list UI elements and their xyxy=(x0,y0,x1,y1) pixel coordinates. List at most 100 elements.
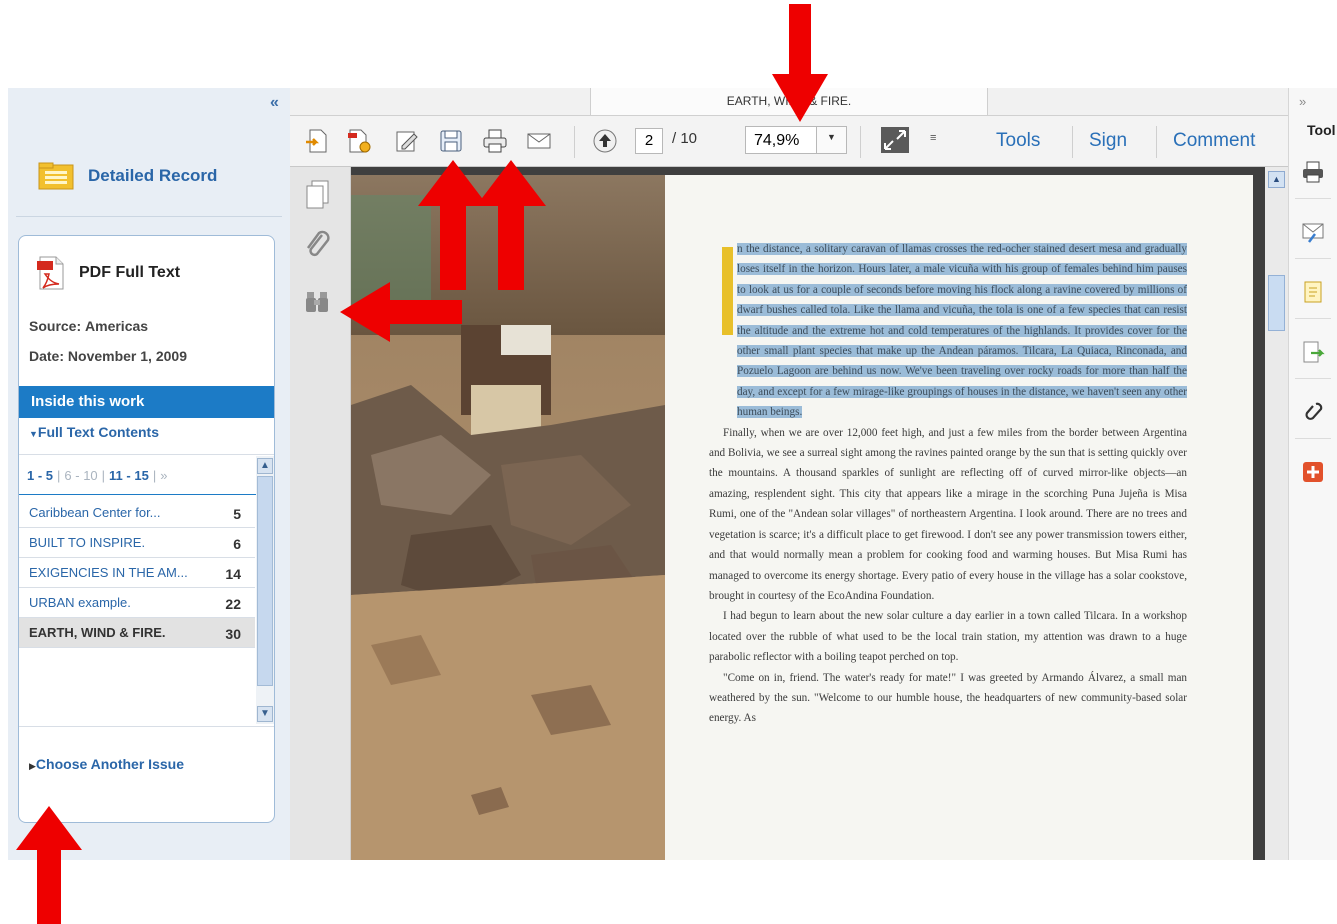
full-text-contents-label: Full Text Contents xyxy=(37,424,159,440)
comment-button[interactable]: Comment xyxy=(1173,130,1255,152)
triangle-down-icon: ▼ xyxy=(29,429,38,439)
detailed-record-link[interactable]: Detailed Record xyxy=(38,162,217,190)
scroll-up-icon[interactable]: ▲ xyxy=(257,458,273,474)
date-label: Date: xyxy=(29,348,65,364)
toolbar-separator xyxy=(1072,126,1073,158)
toolbar-separator xyxy=(1156,126,1157,158)
landscape-photo xyxy=(351,175,665,860)
pager-1-5[interactable]: 1 - 5 xyxy=(27,468,53,483)
tools-pane-title: Tool xyxy=(1307,122,1336,138)
fit-page-icon[interactable] xyxy=(880,126,910,154)
divider xyxy=(16,216,282,217)
date-meta: Date: November 1, 2009 xyxy=(29,348,187,364)
email-icon[interactable] xyxy=(526,128,552,154)
save-icon[interactable] xyxy=(438,128,464,154)
tools-pane: » Tool xyxy=(1288,88,1337,860)
previous-page-icon[interactable] xyxy=(592,128,618,154)
zoom-dropdown-button[interactable]: ▼ xyxy=(817,126,847,154)
collapse-sidebar-button[interactable]: « xyxy=(270,94,279,112)
toc-item-page: 6 xyxy=(233,536,241,552)
divider xyxy=(1295,198,1331,199)
source-meta: Source: Americas xyxy=(29,318,148,334)
export-document-icon[interactable] xyxy=(1301,340,1325,364)
edit-document-icon[interactable] xyxy=(394,128,420,154)
navigation-rail xyxy=(290,167,351,860)
source-value: Americas xyxy=(85,318,149,334)
divider xyxy=(1295,258,1331,259)
toc-item-title: BUILT TO INSPIRE. xyxy=(29,535,146,550)
binoculars-search-icon[interactable] xyxy=(304,289,330,315)
toolbar-overflow-icon[interactable]: ≡ xyxy=(930,132,936,144)
page-number-input[interactable]: 2 xyxy=(635,128,663,154)
divider xyxy=(19,726,274,727)
scroll-thumb[interactable] xyxy=(257,476,273,686)
toc-item-title: EXIGENCIES IN THE AM... xyxy=(29,565,188,580)
toc-item-active[interactable]: EARTH, WIND & FIRE. 30 xyxy=(19,618,255,648)
document-tab-bar: EARTH, WIND & FIRE. xyxy=(290,88,1288,116)
paragraph: "Come on in, friend. The water's ready f… xyxy=(709,671,1187,725)
pdf-viewer: EARTH, WIND & FIRE. 2 / 10 74,9% ▼ ≡ Too… xyxy=(290,88,1288,860)
toolbar-separator xyxy=(860,126,861,158)
document-icon[interactable] xyxy=(1301,280,1325,304)
inside-this-work-header: Inside this work xyxy=(19,386,274,418)
article-text[interactable]: n the distance, a solitary caravan of ll… xyxy=(709,239,1187,729)
pager-next[interactable]: » xyxy=(160,468,167,483)
zoom-input[interactable]: 74,9% xyxy=(745,126,817,154)
pdf-full-text-link[interactable]: PDF Full Text xyxy=(37,256,180,290)
link-icon[interactable] xyxy=(1301,400,1325,424)
toolbar-separator xyxy=(574,126,575,158)
document-page-area[interactable]: n the distance, a solitary caravan of ll… xyxy=(351,167,1265,860)
folder-icon xyxy=(38,162,74,190)
toc-item[interactable]: EXIGENCIES IN THE AM... 14 xyxy=(19,558,255,588)
attachments-icon[interactable] xyxy=(304,229,330,261)
toc-item-page: 22 xyxy=(225,596,241,612)
pdf-full-text-label: PDF Full Text xyxy=(79,264,181,281)
choose-another-issue-toggle[interactable]: ▶Choose Another Issue xyxy=(29,756,184,772)
print-icon[interactable] xyxy=(1301,160,1325,184)
paragraph: Finally, when we are over 12,000 feet hi… xyxy=(709,426,1187,602)
tools-button[interactable]: Tools xyxy=(996,130,1040,152)
toc-item-page: 5 xyxy=(233,506,241,522)
pdf-options-icon[interactable] xyxy=(346,128,372,154)
page-thumbnails-icon[interactable] xyxy=(304,179,332,211)
pdf-page: n the distance, a solitary caravan of ll… xyxy=(351,175,1253,860)
divider xyxy=(1295,318,1331,319)
toc-item-page: 30 xyxy=(225,626,241,642)
add-icon[interactable] xyxy=(1301,460,1325,484)
pager-6-10[interactable]: 6 - 10 xyxy=(64,468,97,483)
highlighted-text: n the distance, a solitary caravan of ll… xyxy=(737,243,1187,419)
paragraph: I had begun to learn about the new solar… xyxy=(709,610,1187,664)
send-email-icon[interactable] xyxy=(1301,220,1325,244)
scroll-up-icon[interactable]: ▲ xyxy=(1268,171,1285,188)
toc-list: Caribbean Center for... 5 BUILT TO INSPI… xyxy=(19,498,255,720)
left-sidebar: « Detailed Record PDF Full Text Source: … xyxy=(8,88,290,860)
page-total: / 10 xyxy=(672,130,698,147)
pdf-full-text-panel: PDF Full Text Source: Americas Date: Nov… xyxy=(18,235,275,823)
toc-scrollbar[interactable]: ▲ ▼ xyxy=(256,456,274,724)
source-label: Source: xyxy=(29,318,82,334)
toc-item-title: EARTH, WIND & FIRE. xyxy=(29,625,166,640)
print-icon[interactable] xyxy=(482,128,508,154)
scroll-thumb[interactable] xyxy=(1268,275,1285,331)
create-pdf-icon[interactable] xyxy=(304,128,330,154)
toc-pager: 1 - 5 | 6 - 10 | 11 - 15 |» xyxy=(27,468,168,483)
toc-item[interactable]: Caribbean Center for... 5 xyxy=(19,498,255,528)
pdf-file-icon xyxy=(37,256,64,290)
chevron-down-icon: ▼ xyxy=(827,132,836,142)
toc-item[interactable]: BUILT TO INSPIRE. 6 xyxy=(19,528,255,558)
document-scrollbar[interactable]: ▲ xyxy=(1265,167,1288,860)
full-text-contents-toggle[interactable]: ▼Full Text Contents xyxy=(29,424,159,440)
expand-tools-pane-button[interactable]: » xyxy=(1299,94,1306,109)
toc-item[interactable]: URBAN example. 22 xyxy=(19,588,255,618)
document-tab[interactable]: EARTH, WIND & FIRE. xyxy=(590,88,988,115)
sign-button[interactable]: Sign xyxy=(1089,130,1127,152)
viewer-toolbar: 2 / 10 74,9% ▼ ≡ Tools Sign Comment xyxy=(290,116,1288,167)
pager-11-15[interactable]: 11 - 15 xyxy=(109,468,149,483)
choose-another-issue-label: Choose Another Issue xyxy=(35,756,184,772)
paragraph: n the distance, a solitary caravan of ll… xyxy=(709,239,1187,423)
date-value: November 1, 2009 xyxy=(67,348,187,364)
toc-item-page: 14 xyxy=(225,566,241,582)
divider xyxy=(1295,378,1331,379)
detailed-record-label: Detailed Record xyxy=(88,166,218,185)
scroll-down-icon[interactable]: ▼ xyxy=(257,706,273,722)
